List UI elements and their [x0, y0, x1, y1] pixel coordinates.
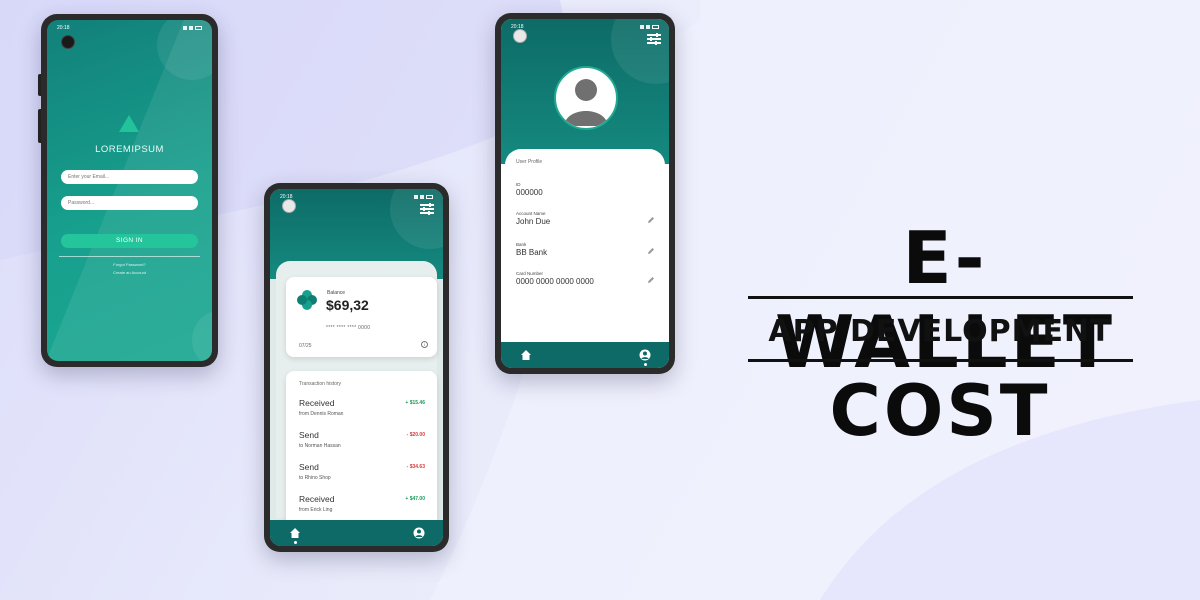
profile-field-account-name[interactable]: Account Name John Due: [516, 211, 655, 233]
battery-icon: [195, 26, 202, 30]
wallet-screen: 20:18 Balance $69,32 **** **** **** 0000…: [270, 189, 443, 546]
camera-icon: [282, 199, 296, 213]
transaction-amount: - $20.00: [406, 432, 425, 438]
battery-icon: [652, 25, 659, 29]
wallet-phone: 20:18 Balance $69,32 **** **** **** 0000…: [264, 183, 449, 552]
status-bar: 20:18: [270, 192, 443, 202]
profile-screen: 20:18 User Profile ID 000000 Account Nam…: [501, 19, 669, 368]
transaction-row[interactable]: Send to Norman Hassan - $20.00: [299, 430, 425, 456]
user-avatar-icon: [564, 79, 608, 126]
transaction-counterparty: to Norman Hassan: [299, 443, 341, 449]
settings-sliders-icon[interactable]: [420, 202, 434, 215]
transaction-counterparty: to Rhino Shop: [299, 475, 331, 481]
transaction-amount: + $15.46: [405, 400, 425, 406]
transaction-row[interactable]: Send to Rhino Shop - $34.63: [299, 462, 425, 488]
forgot-password-link[interactable]: Forgot Password?: [47, 262, 212, 267]
balance-card[interactable]: Balance $69,32 **** **** **** 0000 07/25…: [286, 277, 437, 357]
camera-icon: [61, 35, 75, 49]
email-input[interactable]: [61, 170, 198, 184]
transaction-counterparty: from Dennis Roman: [299, 411, 344, 417]
divider: [59, 256, 200, 257]
transaction-kind: Send: [299, 430, 319, 440]
profile-field-id: ID 000000: [516, 182, 543, 197]
transaction-amount: + $47.00: [405, 496, 425, 502]
headline-rule-bottom: [748, 359, 1133, 362]
transaction-counterparty: from Erick Ling: [299, 507, 333, 513]
avatar[interactable]: [554, 66, 618, 130]
brand-name: LOREMIPSUM: [95, 144, 164, 155]
bottom-nav: [270, 520, 443, 546]
settings-sliders-icon[interactable]: [647, 32, 661, 45]
status-bar: 20:18: [501, 22, 669, 32]
clover-logo-icon: [297, 290, 317, 310]
transaction-history-card: Transaction history Received from Dennis…: [286, 371, 437, 531]
home-icon[interactable]: [520, 349, 532, 361]
balance-value: $69,32: [326, 297, 369, 313]
transaction-kind: Received: [299, 398, 335, 408]
info-icon[interactable]: i: [421, 341, 428, 348]
balance-label: Balance: [327, 290, 346, 296]
transaction-row[interactable]: Received from Erick Ling + $47.00: [299, 494, 425, 520]
card-number: **** **** **** 0000: [326, 325, 371, 331]
create-account-link[interactable]: Create an Account: [47, 270, 212, 275]
status-time: 20:18: [57, 25, 70, 31]
profile-phone: 20:18 User Profile ID 000000 Account Nam…: [495, 13, 675, 374]
sign-in-button[interactable]: SIGN IN: [61, 234, 198, 248]
profile-field-card-number[interactable]: Card Number 0000 0000 0000 0000: [516, 271, 655, 293]
bottom-nav: [501, 342, 669, 368]
headline-subtitle: APP DEVELOPMENT: [768, 314, 1112, 349]
profile-title: User Profile: [516, 159, 543, 165]
active-nav-dot: [643, 363, 647, 366]
status-bar: 20:18: [47, 23, 212, 33]
card-expiry: 07/25: [299, 343, 312, 349]
login-phone: 20:18 LOREMIPSUM SIGN IN Forgot Password…: [38, 14, 218, 367]
edit-pencil-icon[interactable]: [647, 216, 655, 224]
transactions-title: Transaction history: [299, 381, 342, 387]
user-icon[interactable]: [639, 349, 651, 361]
login-screen: 20:18 LOREMIPSUM SIGN IN Forgot Password…: [47, 20, 212, 361]
brand-logo-icon: [119, 115, 139, 132]
home-icon[interactable]: [289, 527, 301, 539]
headline-cost: COST: [829, 370, 1051, 452]
camera-icon: [513, 29, 527, 43]
transaction-row[interactable]: Received from Dennis Roman + $15.46: [299, 398, 425, 424]
password-input[interactable]: [61, 196, 198, 210]
battery-icon: [426, 195, 433, 199]
edit-pencil-icon[interactable]: [647, 276, 655, 284]
transaction-kind: Received: [299, 494, 335, 504]
user-profile-panel: User Profile ID 000000 Account Name John…: [505, 149, 665, 342]
edit-pencil-icon[interactable]: [647, 247, 655, 255]
user-icon[interactable]: [413, 527, 425, 539]
active-nav-dot: [293, 541, 297, 544]
transaction-kind: Send: [299, 462, 319, 472]
headline-rule-top: [748, 296, 1133, 299]
profile-field-bank[interactable]: Bank BB Bank: [516, 242, 655, 264]
transaction-amount: - $34.63: [406, 464, 425, 470]
